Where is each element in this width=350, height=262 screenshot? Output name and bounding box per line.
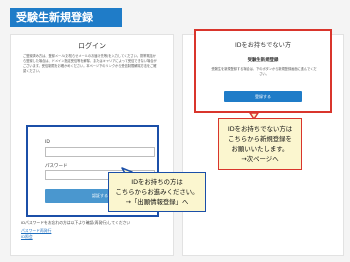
- red-callout-line-2: こちらから新規登録を: [228, 135, 292, 143]
- screenshot-frame: 受験生新規登録 ログイン ご登録済み方は、登録メール(お知らせメールのお届け先等…: [0, 0, 350, 262]
- red-callout-line-4: →次ページへ: [241, 155, 279, 163]
- login-callout: IDをお持ちの方は こちらからお進みください。 →「出願情報登録」へ: [108, 172, 206, 212]
- blue-callout-line-3: →「出願情報登録」へ: [125, 198, 189, 206]
- new-registration-callout: IDをお持ちでない方は こちらから新規登録を お願いいたします。 →次ページへ: [218, 118, 302, 170]
- red-callout-line-3: お願いいたします。: [231, 145, 289, 153]
- blue-callout-line-2: こちらからお進みください。: [115, 188, 199, 196]
- blue-callout-line-1: IDをお持ちの方は: [131, 178, 183, 186]
- red-callout-line-1: IDをお持ちでない方は: [227, 125, 293, 133]
